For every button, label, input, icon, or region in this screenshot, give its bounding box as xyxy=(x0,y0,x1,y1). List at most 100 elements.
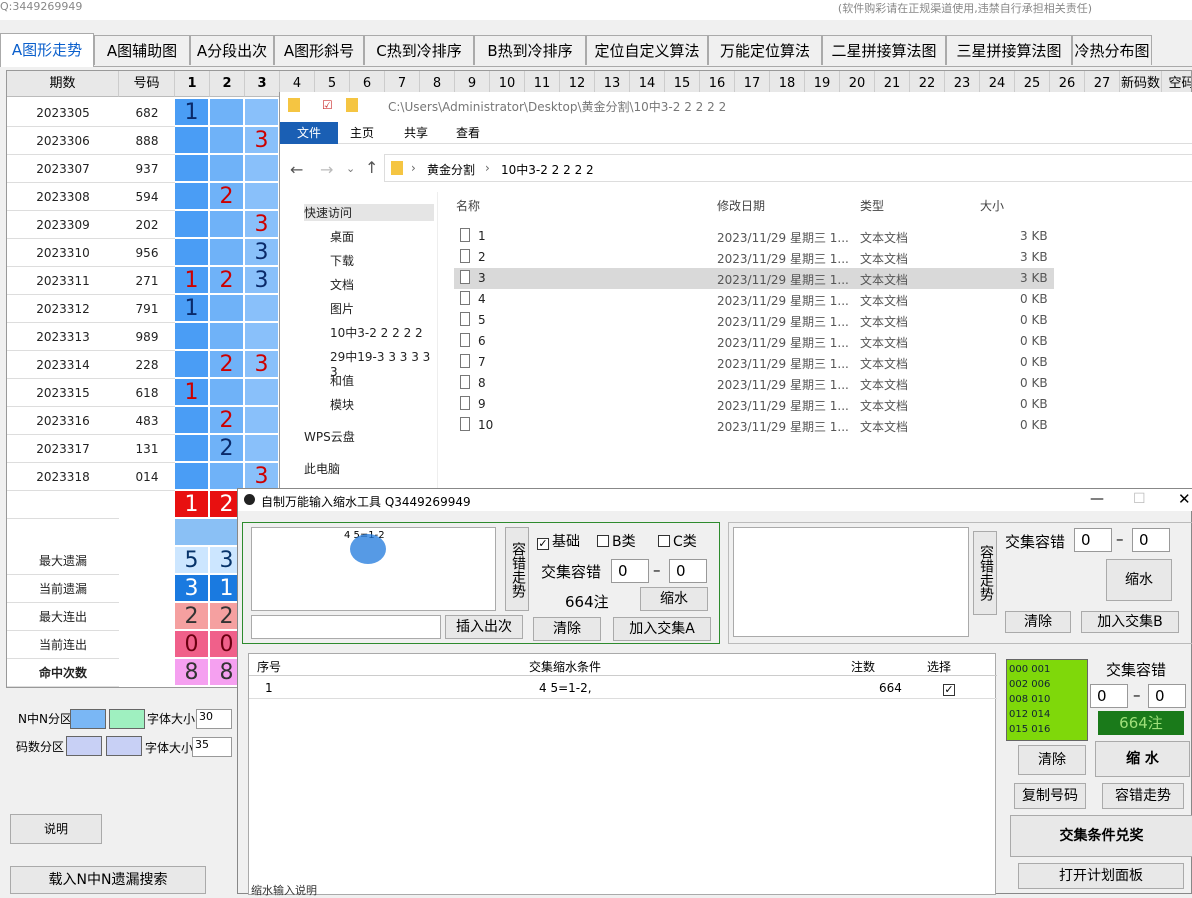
tab-2[interactable]: A分段出次 xyxy=(190,35,274,65)
nav-item-5[interactable]: 10中3-2 2 2 2 2 xyxy=(330,324,423,341)
nav-item-1[interactable]: 桌面 xyxy=(330,228,354,245)
insert-input[interactable] xyxy=(251,615,441,639)
nav-item-0[interactable]: 快速访问 xyxy=(304,204,434,221)
file-row[interactable]: 3 2023/11/29 星期三 1... 文本文档 3 KB xyxy=(454,268,1054,289)
codezone-color-picker[interactable] xyxy=(66,736,102,756)
file-row[interactable]: 8 2023/11/29 星期三 1... 文本文档 0 KB xyxy=(454,373,1054,394)
crumb-2[interactable]: 10中3-2 2 2 2 2 xyxy=(501,161,594,178)
tab-8[interactable]: 二星拼接算法图 xyxy=(822,35,946,65)
tab-3[interactable]: A图形斜号 xyxy=(274,35,364,65)
col-size[interactable]: 大小 xyxy=(980,197,1004,214)
tab-7[interactable]: 万能定位算法 xyxy=(708,35,822,65)
tab-4[interactable]: C热到冷排序 xyxy=(364,35,474,65)
redeem-button[interactable]: 交集条件兑奖 xyxy=(1010,815,1192,857)
digit-cell: 3 xyxy=(245,351,279,378)
number-item[interactable]: 000 001 xyxy=(1009,662,1085,677)
copy-numbers-button[interactable]: 复制号码 xyxy=(1014,783,1086,809)
font-size-input[interactable]: 30 xyxy=(196,709,232,729)
numbers-list[interactable]: 000 001 002 006 008 010 012 014 015 016 xyxy=(1006,659,1088,741)
file-row[interactable]: 10 2023/11/29 星期三 1... 文本文档 0 KB xyxy=(454,415,1054,436)
tol-max-spinner[interactable]: 0 xyxy=(669,559,707,583)
col-date[interactable]: 修改日期 xyxy=(717,197,765,214)
ribbon-tab[interactable]: 查看 xyxy=(456,124,480,141)
nav-item-7[interactable]: 和值 xyxy=(330,372,354,389)
tol-max-spinner-b[interactable]: 0 xyxy=(1132,528,1170,552)
col-type[interactable]: 类型 xyxy=(860,197,884,214)
file-row[interactable]: 9 2023/11/29 星期三 1... 文本文档 0 KB xyxy=(454,394,1054,415)
add-cross-a-button[interactable]: 加入交集A xyxy=(613,617,711,641)
file-row[interactable]: 2 2023/11/29 星期三 1... 文本文档 3 KB xyxy=(454,247,1054,268)
tol-min-spinner[interactable]: 0 xyxy=(611,559,649,583)
code-cell: 014 xyxy=(119,463,175,491)
basic-checkbox[interactable]: ✓ 基础 xyxy=(537,531,580,551)
file-row[interactable]: 7 2023/11/29 星期三 1... 文本文档 0 KB xyxy=(454,352,1054,373)
condition-textarea-b[interactable] xyxy=(733,527,969,637)
nav-item-9[interactable]: WPS云盘 xyxy=(304,428,355,445)
folder-icon xyxy=(391,161,403,175)
clear-button[interactable]: 清除 xyxy=(533,617,601,641)
open-plan-button[interactable]: 打开计划面板 xyxy=(1018,863,1184,889)
shrink-button[interactable]: 缩水 xyxy=(640,587,708,611)
tol-min-spinner-b[interactable]: 0 xyxy=(1074,528,1112,552)
number-item[interactable]: 015 016 xyxy=(1009,722,1085,737)
up-icon[interactable]: ↑ xyxy=(365,158,378,177)
file-row[interactable]: 4 2023/11/29 星期三 1... 文本文档 0 KB xyxy=(454,289,1054,310)
number-item[interactable]: 008 010 xyxy=(1009,692,1085,707)
file-row[interactable]: 6 2023/11/29 星期三 1... 文本文档 0 KB xyxy=(454,331,1054,352)
load-search-button[interactable]: 载入N中N遗漏搜索 xyxy=(10,866,206,894)
font-size-input-2[interactable]: 35 xyxy=(192,737,232,757)
nav-item-2[interactable]: 下载 xyxy=(330,252,354,269)
forward-icon[interactable]: → xyxy=(320,160,333,179)
select-checkbox[interactable]: ✓ xyxy=(943,681,958,696)
ribbon-tab[interactable]: 共享 xyxy=(404,124,428,141)
nav-item-8[interactable]: 模块 xyxy=(330,396,354,413)
add-cross-b-button[interactable]: 加入交集B xyxy=(1081,611,1179,633)
digit-cell: 1 xyxy=(175,267,209,294)
path-box[interactable]: › 黄金分割 › 10中3-2 2 2 2 2 xyxy=(384,154,1192,182)
nav-item-3[interactable]: 文档 xyxy=(330,276,354,293)
tab-1[interactable]: A图辅助图 xyxy=(94,35,190,65)
col-name[interactable]: 名称 xyxy=(456,197,480,214)
stat-label: 最大遗漏 xyxy=(7,547,119,575)
digit-cell xyxy=(175,239,209,266)
number-item[interactable]: 002 006 xyxy=(1009,677,1085,692)
b-checkbox[interactable]: B类 xyxy=(597,531,636,551)
insert-button[interactable]: 插入出次 xyxy=(445,615,523,639)
tab-6[interactable]: 定位自定义算法 xyxy=(586,35,708,65)
condition-textarea[interactable]: 4 5=1-2 xyxy=(251,527,496,611)
file-row[interactable]: 5 2023/11/29 星期三 1... 文本文档 0 KB xyxy=(454,310,1054,331)
nav-item-4[interactable]: 图片 xyxy=(330,300,354,317)
ribbon-tab[interactable]: 文件 xyxy=(280,122,338,144)
number-item[interactable]: 012 014 xyxy=(1009,707,1085,722)
file-date: 2023/11/29 星期三 1... xyxy=(717,231,849,245)
file-row[interactable]: 1 2023/11/29 星期三 1... 文本文档 3 KB xyxy=(454,226,1054,247)
tab-5[interactable]: B热到冷排序 xyxy=(474,35,586,65)
tolerance-trend-button-b[interactable]: 容错走势 xyxy=(973,531,997,615)
tab-10[interactable]: 冷热分布图 xyxy=(1072,35,1152,65)
nzone-color-picker-2[interactable] xyxy=(109,709,145,729)
crumb-1[interactable]: 黄金分割 xyxy=(427,161,475,178)
table-row[interactable]: 1 4 5=1-2, 664 ✓ xyxy=(249,677,997,699)
codezone-color-picker-2[interactable] xyxy=(106,736,142,756)
nav-item-10[interactable]: 此电脑 xyxy=(304,460,340,477)
ribbon-tab[interactable]: 主页 xyxy=(350,124,374,141)
close-icon[interactable]: ✕ xyxy=(1178,490,1191,508)
c-checkbox[interactable]: C类 xyxy=(658,531,697,551)
shrink-button-b[interactable]: 缩水 xyxy=(1106,559,1172,601)
explain-button[interactable]: 说明 xyxy=(10,814,102,844)
maximize-icon[interactable]: ☐ xyxy=(1133,491,1146,507)
tol-min-spinner-c[interactable]: 0 xyxy=(1090,684,1128,708)
tolerance-trend-button-c[interactable]: 容错走势 xyxy=(1102,783,1184,809)
tab-0[interactable]: A图形走势 xyxy=(0,33,94,67)
minimize-icon[interactable]: — xyxy=(1090,491,1104,507)
bottom-tab[interactable]: 缩水输入说明 xyxy=(251,882,317,898)
clear-button-c[interactable]: 清除 xyxy=(1018,745,1086,775)
chevron-down-icon[interactable]: ⌄ xyxy=(346,162,355,175)
shrink-button-c[interactable]: 缩 水 xyxy=(1095,741,1190,777)
tolerance-trend-button[interactable]: 容错走势 xyxy=(505,527,529,611)
tab-9[interactable]: 三星拼接算法图 xyxy=(946,35,1072,65)
clear-button-b[interactable]: 清除 xyxy=(1005,611,1071,633)
nzone-color-picker[interactable] xyxy=(70,709,106,729)
back-icon[interactable]: ← xyxy=(290,160,303,179)
tol-max-spinner-c[interactable]: 0 xyxy=(1148,684,1186,708)
